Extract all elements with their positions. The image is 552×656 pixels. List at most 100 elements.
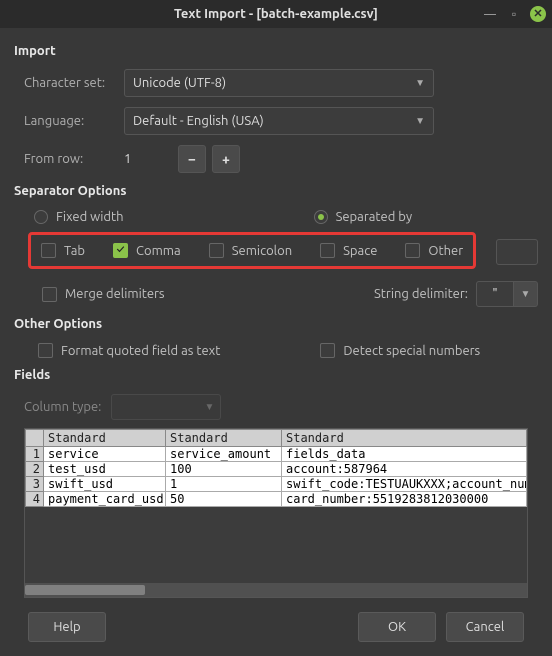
space-label: Space <box>343 244 377 258</box>
table-cell[interactable]: swift_usd <box>44 477 166 492</box>
section-other: Other Options <box>14 317 538 331</box>
column-type-combo[interactable]: ▼ <box>111 394 221 420</box>
column-type-row: Column type: ▼ <box>24 394 538 420</box>
fromrow-decrement[interactable]: − <box>178 145 206 173</box>
fromrow-value: 1 <box>124 152 172 166</box>
semicolon-label: Semicolon <box>232 244 292 258</box>
table-cell[interactable]: account:587964 <box>282 462 527 477</box>
data-preview: Standard Standard Standard 1serviceservi… <box>24 428 528 598</box>
row-number: 3 <box>26 477 44 492</box>
other-separator-input[interactable] <box>496 239 538 265</box>
column-type-label: Column type: <box>24 400 101 414</box>
merge-delimiters-label: Merge delimiters <box>65 287 165 301</box>
preview-table[interactable]: Standard Standard Standard 1serviceservi… <box>25 429 527 507</box>
charset-label: Character set: <box>24 76 124 90</box>
separator-checkbox-group: Tab ✓ Comma Semicolon Space Other <box>28 232 476 269</box>
checkbox-icon <box>38 343 53 358</box>
other-label: Other <box>428 244 463 258</box>
row-charset: Character set: Unicode (UTF-8) ▼ <box>24 68 538 98</box>
other-options-row: Format quoted field as text Detect speci… <box>38 343 538 358</box>
quoted-field-label: Format quoted field as text <box>61 344 220 358</box>
col-header[interactable]: Standard <box>282 430 527 447</box>
row-number: 1 <box>26 447 44 462</box>
fields-block: Column type: ▼ Standard Standard <box>14 388 538 598</box>
window-controls: — ▫ ✕ <box>482 6 546 22</box>
section-separator: Separator Options <box>14 184 538 198</box>
chevron-down-icon: ▼ <box>415 77 425 89</box>
check-quoted-field[interactable]: Format quoted field as text <box>38 343 220 358</box>
dialog-content: Import Character set: Unicode (UTF-8) ▼ … <box>0 28 552 656</box>
checkbox-icon <box>42 287 57 302</box>
fixed-width-label: Fixed width <box>56 210 124 224</box>
radio-icon <box>34 210 48 224</box>
radio-fixed-width[interactable]: Fixed width <box>34 210 124 224</box>
table-header-row: Standard Standard Standard <box>26 430 527 447</box>
row-language: Language: Default - English (USA) ▼ <box>24 106 538 136</box>
string-delimiter-label: String delimiter: <box>374 287 468 301</box>
section-import: Import <box>14 44 538 58</box>
table-cell[interactable]: card_number:5519283812030000 <box>282 492 527 507</box>
string-delimiter-group: String delimiter: " ▼ <box>374 281 538 307</box>
ok-button[interactable]: OK <box>358 612 436 642</box>
minimize-icon[interactable]: — <box>482 6 498 22</box>
help-button[interactable]: Help <box>28 612 106 642</box>
radio-icon <box>314 210 328 224</box>
charset-combo[interactable]: Unicode (UTF-8) ▼ <box>124 69 434 97</box>
col-header[interactable]: Standard <box>166 430 282 447</box>
fromrow-increment[interactable]: + <box>212 145 240 173</box>
maximize-icon[interactable]: ▫ <box>506 6 522 22</box>
check-space[interactable]: Space <box>320 243 377 258</box>
table-cell[interactable]: fields_data <box>282 447 527 462</box>
check-tab[interactable]: Tab <box>41 243 85 258</box>
string-delimiter-value[interactable]: " <box>476 281 514 307</box>
table-cell[interactable]: 1 <box>166 477 282 492</box>
close-icon[interactable]: ✕ <box>530 6 546 22</box>
table-cell[interactable]: swift_code:TESTUAUKXXX;account_number <box>282 477 527 492</box>
table-row[interactable]: 2test_usd100account:587964 <box>26 462 527 477</box>
language-combo[interactable]: Default - English (USA) ▼ <box>124 107 434 135</box>
separator-mode-row: Fixed width Separated by <box>34 210 538 224</box>
col-header[interactable]: Standard <box>44 430 166 447</box>
corner-cell <box>26 430 44 447</box>
table-cell[interactable]: service_amount <box>166 447 282 462</box>
table-cell[interactable]: 100 <box>166 462 282 477</box>
checkbox-icon <box>209 243 224 258</box>
section-fields: Fields <box>14 368 538 382</box>
row-number: 2 <box>26 462 44 477</box>
table-cell[interactable]: test_usd <box>44 462 166 477</box>
separated-by-label: Separated by <box>336 210 413 224</box>
table-cell[interactable]: service <box>44 447 166 462</box>
check-other[interactable]: Other <box>405 243 463 258</box>
horizontal-scrollbar[interactable] <box>25 583 527 597</box>
check-semicolon[interactable]: Semicolon <box>209 243 292 258</box>
preview-empty-area <box>25 507 527 583</box>
checkbox-icon <box>41 243 56 258</box>
check-detect-numbers[interactable]: Detect special numbers <box>320 343 480 358</box>
language-value: Default - English (USA) <box>133 114 264 128</box>
table-row[interactable]: 4payment_card_usd50card_number:551928381… <box>26 492 527 507</box>
detect-numbers-label: Detect special numbers <box>343 344 480 358</box>
separator-row-2: Merge delimiters String delimiter: " ▼ <box>42 281 538 307</box>
table-cell[interactable]: payment_card_usd <box>44 492 166 507</box>
chevron-down-icon: ▼ <box>415 115 425 127</box>
checkbox-icon <box>405 243 420 258</box>
dialog-footer: Help OK Cancel <box>14 598 538 656</box>
check-merge-delimiters[interactable]: Merge delimiters <box>42 287 165 302</box>
table-cell[interactable]: 50 <box>166 492 282 507</box>
fromrow-label: From row: <box>24 152 124 166</box>
dialog-window: Text Import - [batch-example.csv] — ▫ ✕ … <box>0 0 552 656</box>
checkbox-icon: ✓ <box>113 243 128 258</box>
table-row[interactable]: 1serviceservice_amountfields_data <box>26 447 527 462</box>
language-label: Language: <box>24 114 124 128</box>
check-comma[interactable]: ✓ Comma <box>113 243 181 258</box>
comma-label: Comma <box>136 244 181 258</box>
window-title: Text Import - [batch-example.csv] <box>174 7 378 21</box>
fromrow-spinner: 1 − + <box>124 145 240 173</box>
table-row[interactable]: 3swift_usd1swift_code:TESTUAUKXXX;accoun… <box>26 477 527 492</box>
titlebar: Text Import - [batch-example.csv] — ▫ ✕ <box>0 0 552 28</box>
row-number: 4 <box>26 492 44 507</box>
scrollbar-thumb[interactable] <box>25 585 145 595</box>
string-delimiter-dropdown[interactable]: ▼ <box>514 281 538 307</box>
radio-separated-by[interactable]: Separated by <box>314 210 413 224</box>
cancel-button[interactable]: Cancel <box>446 612 524 642</box>
